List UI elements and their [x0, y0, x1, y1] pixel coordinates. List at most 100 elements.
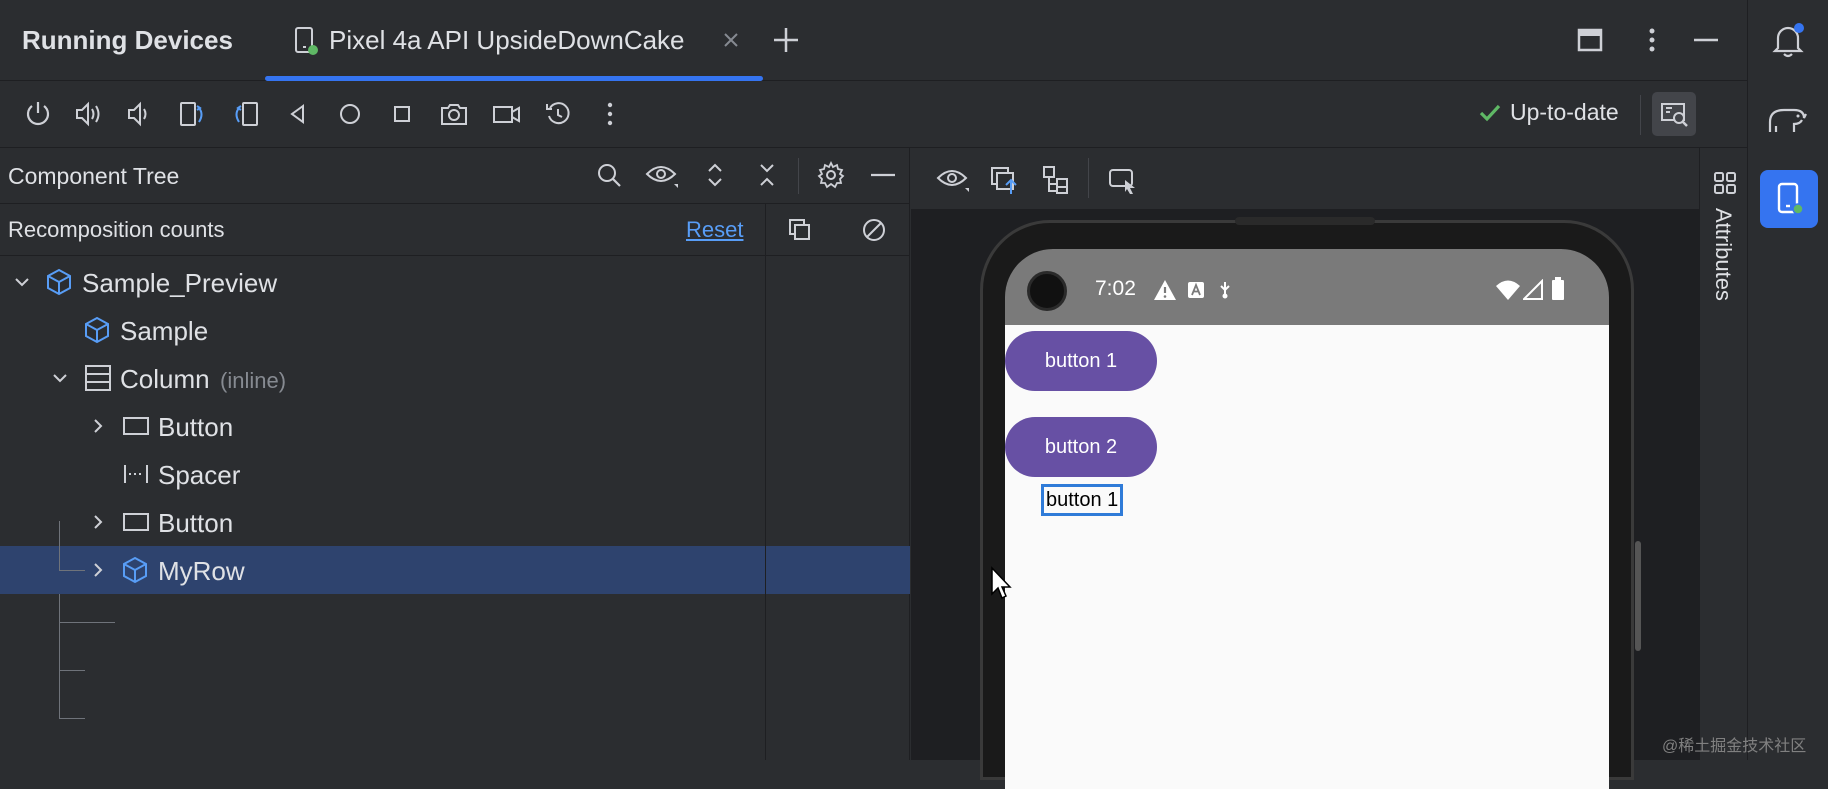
- button-component-icon: [122, 511, 150, 533]
- front-camera: [1027, 271, 1067, 311]
- tree-node-sample-preview[interactable]: Sample_Preview: [0, 258, 910, 306]
- tree-node-button[interactable]: Button: [0, 402, 910, 450]
- toolbar-divider: [1088, 158, 1089, 198]
- wifi-icon: [1495, 279, 1521, 301]
- signal-icon: [1523, 279, 1543, 301]
- chevron-down-icon[interactable]: [50, 368, 70, 388]
- reset-link[interactable]: Reset: [686, 217, 743, 243]
- tree-guide-line: [59, 670, 85, 671]
- notification-a-icon: [1187, 281, 1205, 299]
- volume-down-icon[interactable]: [122, 98, 154, 130]
- export-layers-icon[interactable]: [989, 164, 1021, 196]
- tree-node-spacer[interactable]: Spacer: [0, 450, 910, 498]
- snapshot-icon[interactable]: [542, 98, 574, 130]
- back-icon[interactable]: [282, 98, 314, 130]
- rotate-right-icon[interactable]: [230, 98, 262, 130]
- tree-node-sample[interactable]: Sample: [0, 306, 910, 354]
- tree-guide-line: [59, 622, 115, 623]
- app-button-1[interactable]: button 1: [1005, 331, 1157, 391]
- rotate-left-icon[interactable]: [176, 98, 208, 130]
- search-icon[interactable]: [594, 160, 624, 190]
- collapse-all-icon[interactable]: [752, 160, 782, 190]
- tree-node-label: Spacer: [158, 460, 241, 490]
- component-tree-panel: Component Tree Recomposition counts Rese…: [0, 148, 910, 760]
- status-indicator: Up-to-date: [1478, 99, 1619, 126]
- screenshot-icon[interactable]: [438, 98, 470, 130]
- select-component-icon[interactable]: [1107, 164, 1139, 196]
- volume-up-icon[interactable]: [72, 98, 104, 130]
- add-tab-icon[interactable]: [770, 24, 802, 56]
- tree-node-myrow[interactable]: MyRow: [0, 546, 910, 594]
- tree-guide-line: [59, 546, 60, 570]
- device-speaker: [1235, 217, 1375, 225]
- layout-hierarchy-icon[interactable]: [1041, 164, 1073, 196]
- selected-text-element[interactable]: button 1: [1041, 484, 1124, 516]
- status-text: Up-to-date: [1510, 99, 1619, 125]
- chevron-right-icon[interactable]: [88, 416, 108, 436]
- more-actions-icon[interactable]: [594, 98, 626, 130]
- column-layout-icon: [84, 364, 112, 392]
- more-options-icon[interactable]: [1636, 24, 1668, 56]
- app-button-2[interactable]: button 2: [1005, 417, 1157, 477]
- expand-collapse-icon[interactable]: [700, 160, 730, 190]
- eye-icon[interactable]: [644, 160, 680, 190]
- gear-icon[interactable]: [816, 160, 846, 190]
- tree-node-suffix: (inline): [220, 368, 287, 393]
- device-tab-label: Pixel 4a API UpsideDownCake: [329, 25, 685, 55]
- device-frame: 7:02 button 1 button 2 button 1: [980, 217, 1641, 789]
- running-devices-button[interactable]: [1760, 170, 1818, 228]
- minimize-icon[interactable]: [1690, 24, 1722, 56]
- overview-icon[interactable]: [386, 98, 418, 130]
- tree-node-button[interactable]: Button: [0, 498, 910, 546]
- chevron-right-icon[interactable]: [88, 560, 108, 580]
- tree-guide-line: [59, 570, 85, 571]
- tool-window-bar: [1747, 0, 1828, 760]
- tree-node-label: Column: [120, 364, 210, 394]
- chevron-right-icon[interactable]: [88, 512, 108, 532]
- toolbar-divider: [1640, 95, 1641, 135]
- screen-record-icon[interactable]: [490, 98, 522, 130]
- device-tab[interactable]: Pixel 4a API UpsideDownCake: [265, 0, 763, 81]
- checkmark-icon: [1478, 101, 1502, 125]
- running-devices-icon: [1773, 180, 1807, 218]
- tree-node-label: Sample: [120, 316, 209, 346]
- watermark: @稀土掘金技术社区: [1662, 738, 1807, 755]
- layout-inspector-button[interactable]: [1652, 92, 1696, 136]
- tool-window-header: Running Devices Pixel 4a API UpsideDownC…: [0, 0, 1747, 81]
- device-display: 7:02 button 1 button 2 button 1: [1005, 249, 1609, 789]
- home-icon[interactable]: [334, 98, 366, 130]
- status-clock: 7:02: [1095, 277, 1136, 300]
- attributes-icon: [1712, 170, 1738, 196]
- minimize-panel-icon[interactable]: [868, 160, 898, 190]
- eye-icon[interactable]: [935, 164, 971, 194]
- tool-window-title: Running Devices: [22, 25, 233, 55]
- android-status-bar: 7:02: [1005, 249, 1609, 325]
- gradle-elephant-icon[interactable]: [1766, 98, 1810, 138]
- device-side-button: [1635, 541, 1641, 651]
- tree-node-column[interactable]: Column (inline): [0, 354, 910, 402]
- device-toolbar: Up-to-date: [0, 81, 1747, 148]
- composable-icon: [120, 555, 150, 585]
- chevron-down-icon[interactable]: [12, 272, 32, 292]
- button-component-icon: [122, 415, 150, 437]
- device-tab-phone-icon: [293, 26, 319, 56]
- composable-icon: [44, 267, 74, 297]
- clear-icon[interactable]: [860, 216, 888, 244]
- recomposition-counts-row: Recomposition counts Reset: [0, 204, 910, 256]
- window-layout-icon[interactable]: [1574, 24, 1606, 56]
- tree-node-label: Sample_Preview: [82, 268, 278, 298]
- counts-column-divider: [765, 546, 766, 594]
- battery-icon: [1551, 277, 1565, 301]
- tree-node-label: Button: [158, 508, 234, 538]
- close-icon[interactable]: [721, 30, 741, 50]
- tree-node-label: Button: [158, 412, 234, 442]
- attributes-tab[interactable]: Attributes: [1710, 208, 1736, 301]
- mouse-cursor-icon: [990, 566, 1014, 602]
- tree-node-label: MyRow: [158, 556, 245, 586]
- component-tree-header: Component Tree: [0, 148, 910, 204]
- power-icon[interactable]: [22, 98, 54, 130]
- notifications-icon[interactable]: [1768, 20, 1808, 60]
- copy-icon[interactable]: [786, 216, 814, 244]
- warning-icon: [1153, 279, 1177, 301]
- spacer-icon: [122, 462, 150, 486]
